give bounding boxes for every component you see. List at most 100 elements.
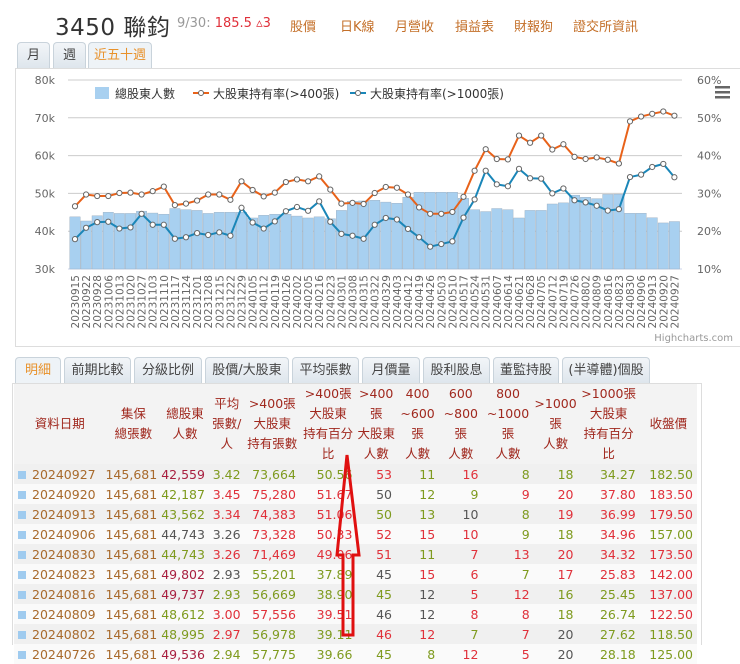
column-header: 收盤價 — [639, 384, 697, 464]
table-cell: 26.74 — [577, 604, 640, 624]
table-cell: 20 — [533, 624, 578, 644]
cell-value: 145,681 — [105, 566, 158, 582]
data-point-over400 — [471, 167, 478, 174]
cell-value: 49,737 — [161, 586, 205, 602]
tab-detail-8[interactable]: (半導體)個股 — [562, 357, 650, 384]
table-cell: 8 — [395, 644, 440, 664]
column-header-line: ~1000張 — [486, 406, 530, 441]
column-header-line: 資料日期 — [34, 416, 85, 431]
cell-value: 20240920 — [32, 486, 96, 502]
cell-value: 182.50 — [649, 466, 693, 482]
cell-value: 6 — [470, 566, 479, 582]
table-cell: 34.96 — [577, 524, 640, 544]
cell-value: 49,802 — [161, 566, 205, 582]
data-point-over1000 — [227, 232, 234, 239]
data-point-over1000 — [171, 235, 178, 242]
cell-value: 8 — [521, 506, 530, 522]
table-cell: 2.97 — [208, 624, 245, 644]
cell-value: 20240809 — [32, 606, 96, 622]
data-point-over1000 — [527, 175, 534, 182]
table-cell: 49,536 — [161, 644, 209, 664]
data-point-over1000 — [416, 234, 423, 241]
table-cell: 118.50 — [639, 624, 697, 644]
cell-value: 39.66 — [316, 646, 353, 662]
data-point-over400 — [338, 200, 345, 207]
table-cell: 18 — [533, 524, 578, 544]
cell-value: 13 — [419, 506, 436, 522]
arrow-up-icon — [335, 454, 361, 637]
cell-value: 7 — [521, 626, 530, 642]
data-point-over1000 — [460, 214, 467, 221]
table-cell: 145,681 — [105, 504, 162, 524]
bar-total-holders — [458, 198, 469, 270]
tab-detail-6[interactable]: 股利股息 — [423, 357, 490, 384]
table-cell: 20 — [533, 644, 578, 664]
cell-value: 16 — [557, 586, 574, 602]
data-point-over400 — [238, 178, 245, 185]
table-cell: 145,681 — [105, 464, 162, 484]
menu-icon[interactable] — [715, 86, 730, 99]
right-axis-tick: 30% — [697, 187, 721, 200]
cell-value: 20240927 — [32, 466, 96, 482]
column-header-line: 400 — [405, 386, 430, 401]
table-cell: 145,681 — [105, 644, 162, 664]
cell-value: 7 — [521, 566, 530, 582]
data-point-over1000 — [438, 240, 445, 248]
tab-detail-2[interactable]: 分級比例 — [134, 357, 202, 384]
data-point-over1000 — [316, 198, 323, 205]
data-point-over400 — [560, 141, 567, 148]
column-header-line: 人數 — [495, 446, 521, 461]
table-cell: 2.94 — [208, 644, 245, 664]
cell-value: 75,280 — [252, 486, 296, 502]
cell-value: 15 — [419, 566, 436, 582]
table-cell: 42,559 — [161, 464, 209, 484]
table-cell: 182.50 — [639, 464, 697, 484]
tab-detail-1[interactable]: 前期比較 — [64, 357, 131, 384]
column-header-line: >400張 — [359, 386, 394, 421]
cell-value: 9 — [521, 486, 530, 502]
data-point-over400 — [138, 191, 145, 198]
column-header-line: 600 — [448, 386, 473, 401]
tab-detail-5[interactable]: 月價量 — [362, 357, 420, 384]
cell-value: 145,681 — [105, 626, 158, 642]
tab-detail-3[interactable]: 股價/大股東 — [205, 357, 289, 384]
tab-detail-0[interactable]: 明細 — [15, 357, 61, 384]
bar-total-holders — [480, 211, 492, 270]
column-header-line: 平均 — [214, 396, 240, 411]
data-point-over1000 — [649, 163, 656, 171]
cell-value: 145,681 — [105, 586, 158, 602]
table-cell: 27.62 — [577, 624, 640, 644]
data-point-over400 — [660, 108, 667, 115]
table-cell: 20240726 — [14, 644, 106, 664]
cell-value: 45 — [376, 646, 392, 662]
bar-total-holders — [513, 217, 525, 270]
table-cell: 20240802 — [14, 624, 106, 644]
left-axis-tick: 30k — [35, 263, 56, 276]
cell-value: 46 — [376, 626, 392, 642]
cell-value: 20240726 — [32, 646, 96, 662]
table-cell: 75,280 — [244, 484, 300, 504]
cell-value: 20 — [557, 486, 574, 502]
data-point-over1000 — [371, 221, 378, 228]
tab-detail-7[interactable]: 董監持股 — [493, 357, 559, 384]
cell-value: 20240830 — [32, 546, 96, 562]
data-point-over1000 — [249, 219, 256, 226]
bar-total-holders — [291, 215, 303, 270]
bar-total-holders — [191, 210, 203, 270]
table-cell: 56,978 — [244, 624, 300, 644]
data-point-over1000 — [560, 185, 567, 192]
table-row[interactable]: 20240726 145,681 49,536 2.94 57,775 39.66 45 8 1… — [14, 644, 697, 664]
tab-detail-4[interactable]: 平均張數 — [292, 357, 359, 384]
data-point-over1000 — [482, 167, 489, 174]
cell-value: 28.18 — [599, 646, 636, 662]
table-cell: 8 — [439, 604, 483, 624]
table-cell: 20240830 — [14, 544, 106, 564]
cell-value: 44,743 — [161, 526, 205, 542]
column-header: >1000張 大股東 持有百分比 — [577, 384, 640, 464]
data-point-over400 — [549, 146, 556, 153]
cell-value: 125.00 — [649, 646, 693, 662]
table-cell: 57,775 — [244, 644, 300, 664]
data-point-over1000 — [626, 173, 634, 181]
legend-over400: 大股東持有率(>400張) — [213, 86, 339, 101]
table-cell: 25.83 — [577, 564, 640, 584]
